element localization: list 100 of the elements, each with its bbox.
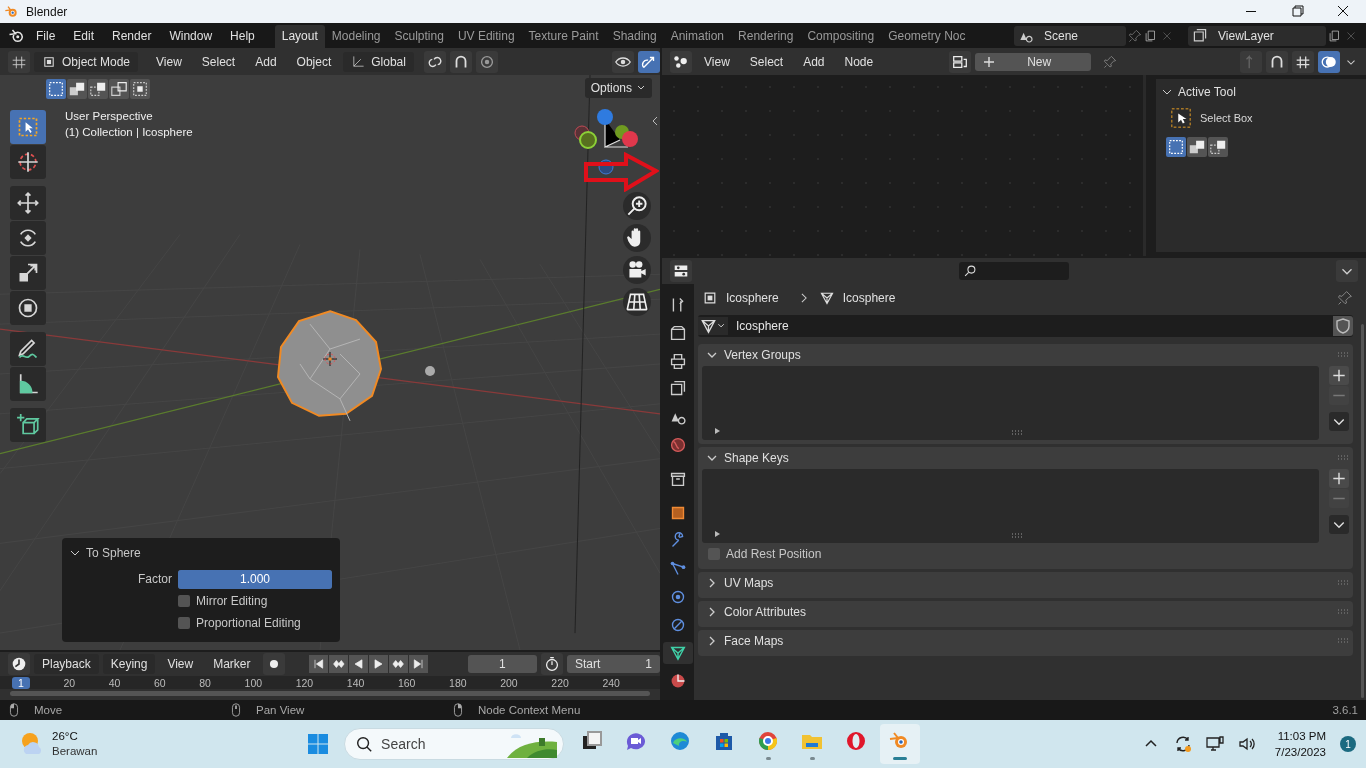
menu-item[interactable]: Select (741, 51, 792, 72)
caret-icon[interactable] (1336, 260, 1358, 282)
chevron-icon[interactable] (1162, 87, 1172, 97)
pin-icon[interactable] (1128, 28, 1142, 43)
select-box-icon[interactable] (1170, 107, 1192, 129)
menu-item[interactable]: View (159, 654, 202, 674)
chevron-icon[interactable] (70, 548, 80, 558)
menu-item[interactable]: Node (836, 51, 882, 72)
editor-type-icon[interactable] (8, 50, 30, 73)
eye-icon[interactable] (612, 50, 634, 73)
transform-tool-icon[interactable] (10, 291, 46, 325)
start-frame-field[interactable]: Start 1 (566, 655, 660, 673)
annotate-tool-icon[interactable] (10, 332, 46, 366)
workspace-tab[interactable]: Geometry Noc (881, 25, 973, 48)
rotate-tool-icon[interactable] (10, 221, 46, 255)
panel-title[interactable]: Vertex Groups (724, 348, 801, 362)
menu-item[interactable]: Help (222, 25, 263, 46)
node-editor-icon[interactable] (670, 50, 692, 73)
prev-keyframe-icon[interactable] (328, 655, 348, 673)
clock-editor-icon[interactable] (8, 653, 30, 675)
menu-item[interactable]: Add (247, 51, 285, 72)
expand-triangle-icon[interactable] (712, 426, 722, 436)
menu-item[interactable]: Window (161, 25, 221, 46)
duplicate-icon[interactable] (1328, 28, 1342, 43)
menu-item[interactable]: File (28, 25, 64, 46)
clock-time[interactable]: 11:03 PM (1277, 728, 1326, 744)
selection-mode-icon[interactable] (1166, 137, 1186, 157)
scrollbar[interactable] (1361, 324, 1364, 698)
notification-badge[interactable]: 1 (1340, 736, 1356, 752)
record-icon[interactable] (262, 653, 285, 675)
shield-icon[interactable] (1333, 316, 1353, 336)
menu-item[interactable]: Render (104, 25, 160, 46)
checkbox[interactable] (178, 595, 190, 607)
overlays-icon[interactable] (1318, 50, 1340, 73)
next-keyframe-icon[interactable] (388, 655, 408, 673)
menu-item[interactable]: Playback (34, 654, 99, 674)
snap-icon[interactable] (449, 50, 472, 73)
current-frame-marker[interactable]: 1 (12, 676, 30, 689)
properties-editor-icon[interactable] (670, 260, 692, 282)
drag-grip-icon[interactable] (1337, 352, 1349, 358)
workspace-tab[interactable]: Rendering (731, 25, 801, 48)
proportional-edit-icon[interactable] (475, 50, 498, 73)
add-icon[interactable] (1329, 469, 1349, 488)
menu-item[interactable]: Add (795, 51, 833, 72)
sidebar-toggle-icon[interactable] (650, 115, 660, 127)
orientation-dropdown[interactable]: Global (343, 51, 414, 72)
resize-grip-icon[interactable] (1010, 430, 1023, 436)
selection-mode-icon[interactable] (109, 79, 129, 99)
menu-item[interactable]: View (696, 51, 738, 72)
mode-dropdown[interactable]: Object Mode (34, 51, 139, 72)
move-tool-icon[interactable] (10, 186, 46, 220)
expand-triangle-icon[interactable] (712, 529, 722, 539)
new-button[interactable]: New (975, 52, 1092, 71)
selection-mode-icon[interactable] (1187, 137, 1207, 157)
checkbox[interactable] (178, 617, 190, 629)
grid-snap-icon[interactable] (1292, 50, 1314, 73)
jump-end-icon[interactable] (408, 655, 428, 673)
panel-title[interactable]: Face Maps (724, 634, 784, 648)
breadcrumb-item[interactable]: Icosphere (726, 291, 779, 305)
view-layer-selector[interactable]: ViewLayer (1188, 25, 1326, 46)
camera-icon[interactable] (623, 256, 651, 284)
workspace-tab[interactable]: UV Editing (450, 25, 522, 48)
pivot-icon[interactable] (423, 50, 446, 73)
operator-panel-title[interactable]: To Sphere (86, 546, 141, 560)
pin-icon[interactable] (1103, 54, 1118, 69)
options-dropdown[interactable]: Options (584, 78, 652, 98)
selection-mode-icon[interactable] (67, 79, 87, 99)
cursor-tool-icon[interactable] (10, 145, 46, 179)
panel-title[interactable]: Color Attributes (724, 605, 807, 619)
duplicate-icon[interactable] (1144, 28, 1158, 43)
jump-start-icon[interactable] (308, 655, 328, 673)
workspace-tab[interactable]: Modeling (324, 25, 388, 48)
menu-item[interactable]: Object (288, 51, 340, 72)
menu-item[interactable]: Marker (205, 654, 259, 674)
add-cube-tool-icon[interactable] (10, 408, 46, 442)
workspace-tab[interactable]: Sculpting (387, 25, 451, 48)
snap-icon[interactable] (1266, 50, 1288, 73)
selection-mode-icon[interactable] (130, 79, 150, 99)
resize-grip-icon[interactable] (1010, 533, 1023, 539)
zoom-icon[interactable] (623, 192, 651, 220)
data-tab-icon[interactable] (663, 642, 693, 664)
scale-tool-icon[interactable] (10, 256, 46, 290)
windows-start-icon[interactable] (306, 732, 331, 756)
clock-date[interactable]: 7/23/2023 (1274, 744, 1326, 760)
caret-icon[interactable] (1329, 515, 1349, 534)
search-field[interactable]: Search (379, 735, 502, 753)
drag-grip-icon[interactable] (1337, 580, 1349, 586)
grid-icon[interactable] (623, 288, 651, 316)
menu-item[interactable]: View (148, 51, 190, 72)
search-field[interactable] (959, 262, 1069, 280)
menu-item[interactable]: Keying (102, 654, 156, 674)
workspace-tab[interactable]: Layout (274, 25, 325, 48)
play-icon[interactable] (368, 655, 388, 673)
selection-mode-icon[interactable] (88, 79, 108, 99)
workspace-tab[interactable]: Compositing (800, 25, 882, 48)
selection-mode-icon[interactable] (1208, 137, 1228, 157)
parent-node-icon[interactable] (1240, 50, 1262, 73)
factor-slider[interactable]: 1.000 (178, 569, 332, 589)
menu-item[interactable]: Select (193, 51, 244, 72)
play-reverse-icon[interactable] (348, 655, 368, 673)
